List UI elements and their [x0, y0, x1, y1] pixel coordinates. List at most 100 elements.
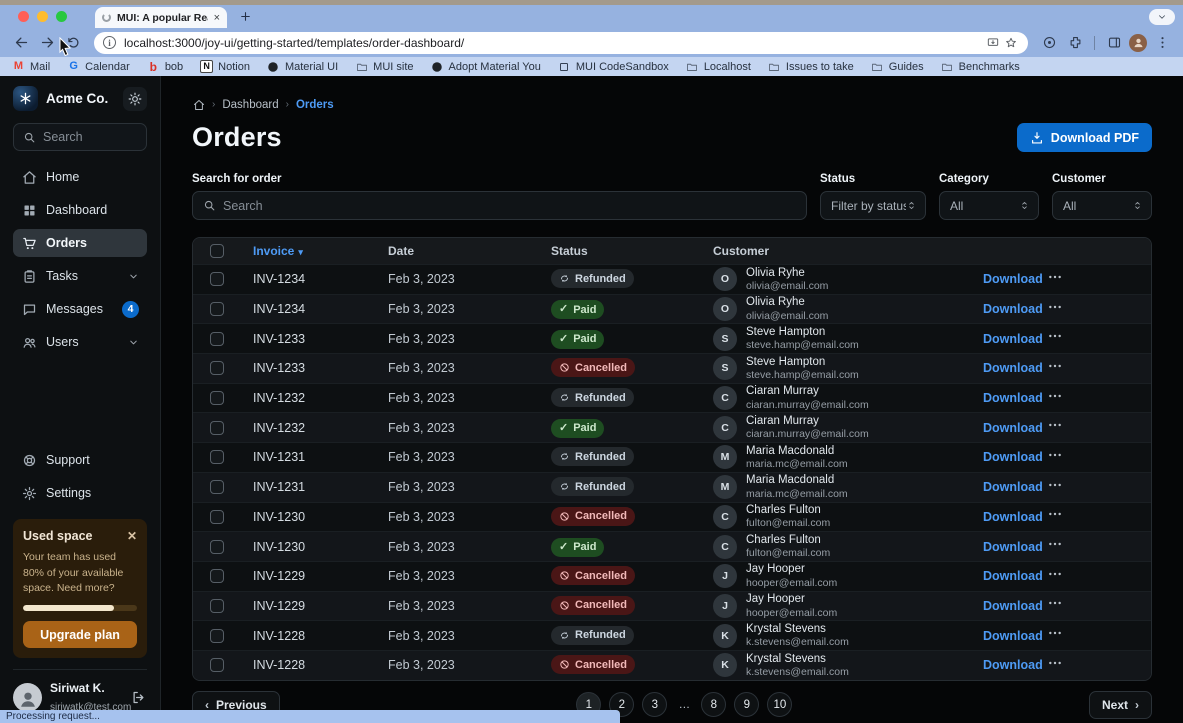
browser-menu-icon[interactable]: [1151, 32, 1173, 54]
table-row[interactable]: INV-1233 Feb 3, 2023 Cancelled S Steve H…: [193, 353, 1151, 383]
row-checkbox[interactable]: [210, 361, 224, 375]
column-invoice[interactable]: Invoice▾: [241, 244, 376, 258]
row-checkbox[interactable]: [210, 421, 224, 435]
more-actions-button[interactable]: [1031, 269, 1151, 290]
more-actions-button[interactable]: [1031, 477, 1151, 498]
row-checkbox[interactable]: [210, 599, 224, 613]
sidebar-item-support[interactable]: Support: [13, 446, 147, 474]
sidebar-item-dashboard[interactable]: Dashboard: [13, 196, 147, 224]
table-row[interactable]: INV-1231 Feb 3, 2023 Refunded M Maria Ma…: [193, 472, 1151, 502]
bookmark-item[interactable]: Issues to take: [768, 60, 854, 73]
more-actions-button[interactable]: [1031, 655, 1151, 676]
table-row[interactable]: INV-1234 Feb 3, 2023 Refunded O Olivia R…: [193, 264, 1151, 294]
table-row[interactable]: INV-1232 Feb 3, 2023 Refunded C Ciaran M…: [193, 383, 1151, 413]
bookmark-item[interactable]: MUI CodeSandbox: [558, 60, 669, 73]
sidebar-item-messages[interactable]: Messages 4: [13, 295, 147, 323]
order-search-input[interactable]: Search: [192, 191, 807, 220]
close-icon[interactable]: ✕: [127, 529, 137, 543]
tab-search-chevron[interactable]: [1149, 9, 1175, 25]
profile-avatar[interactable]: [1129, 34, 1147, 52]
table-row[interactable]: INV-1232 Feb 3, 2023 ✓ Paid C Ciaran Mur…: [193, 412, 1151, 442]
more-actions-button[interactable]: [1031, 625, 1151, 646]
install-app-icon[interactable]: [984, 34, 1002, 52]
bookmark-item[interactable]: Benchmarks: [941, 60, 1020, 73]
page-button-3[interactable]: 3: [642, 692, 667, 717]
upgrade-plan-button[interactable]: Upgrade plan: [23, 621, 137, 648]
bookmark-item[interactable]: G Calendar: [67, 60, 130, 73]
bookmark-item[interactable]: N Notion: [200, 60, 250, 73]
table-row[interactable]: INV-1229 Feb 3, 2023 Cancelled J Jay Hoo…: [193, 591, 1151, 621]
filter-select-customer[interactable]: All: [1052, 191, 1152, 220]
zoom-window-button[interactable]: [56, 11, 67, 22]
select-all-checkbox[interactable]: [210, 244, 224, 258]
more-actions-button[interactable]: [1031, 536, 1151, 557]
row-checkbox[interactable]: [210, 510, 224, 524]
bookmark-item[interactable]: Guides: [871, 60, 924, 73]
table-row[interactable]: INV-1228 Feb 3, 2023 Cancelled K Krystal…: [193, 650, 1151, 680]
bookmark-star-icon[interactable]: [1002, 34, 1020, 52]
bookmark-item[interactable]: MUI site: [355, 60, 413, 73]
more-actions-button[interactable]: [1031, 447, 1151, 468]
sidebar-item-users[interactable]: Users: [13, 328, 147, 356]
more-actions-button[interactable]: [1031, 358, 1151, 379]
row-checkbox[interactable]: [210, 658, 224, 672]
row-checkbox[interactable]: [210, 332, 224, 346]
more-actions-button[interactable]: [1031, 388, 1151, 409]
forward-button[interactable]: [36, 32, 58, 54]
table-row[interactable]: INV-1228 Feb 3, 2023 Refunded K Krystal …: [193, 620, 1151, 650]
more-actions-button[interactable]: [1031, 328, 1151, 349]
bookmark-item[interactable]: M Mail: [12, 60, 50, 73]
color-scheme-toggle[interactable]: [123, 87, 147, 111]
row-checkbox[interactable]: [210, 450, 224, 464]
row-checkbox[interactable]: [210, 272, 224, 286]
site-info-icon[interactable]: i: [103, 36, 116, 49]
row-checkbox[interactable]: [210, 569, 224, 583]
page-button-9[interactable]: 9: [734, 692, 759, 717]
bookmark-item[interactable]: Adopt Material You: [431, 60, 541, 73]
table-row[interactable]: INV-1230 Feb 3, 2023 ✓ Paid C Charles Fu…: [193, 531, 1151, 561]
row-checkbox[interactable]: [210, 302, 224, 316]
bookmark-item[interactable]: Localhost: [686, 60, 751, 73]
more-actions-button[interactable]: [1031, 299, 1151, 320]
filter-select-category[interactable]: All: [939, 191, 1039, 220]
table-row[interactable]: INV-1230 Feb 3, 2023 Cancelled C Charles…: [193, 502, 1151, 532]
page-button-8[interactable]: 8: [701, 692, 726, 717]
logout-icon[interactable]: [129, 688, 147, 706]
side-panel-icon[interactable]: [1103, 32, 1125, 54]
bookmark-item[interactable]: b bob: [147, 60, 183, 73]
browser-tab[interactable]: MUI: A popular React UI fram ×: [95, 7, 227, 28]
download-pdf-button[interactable]: Download PDF: [1017, 123, 1152, 152]
more-actions-button[interactable]: [1031, 417, 1151, 438]
row-checkbox[interactable]: [210, 540, 224, 554]
back-button[interactable]: [10, 32, 32, 54]
new-tab-button[interactable]: [235, 6, 255, 26]
row-checkbox[interactable]: [210, 629, 224, 643]
sidebar-item-home[interactable]: Home: [13, 163, 147, 191]
next-page-button[interactable]: Next ›: [1089, 691, 1152, 719]
extensions-icon[interactable]: [1064, 32, 1086, 54]
minimize-window-button[interactable]: [37, 11, 48, 22]
row-checkbox[interactable]: [210, 391, 224, 405]
screen: MUI: A popular React UI fram × i localho…: [0, 0, 1183, 723]
bookmark-item[interactable]: Material UI: [267, 60, 338, 73]
address-bar[interactable]: i localhost:3000/joy-ui/getting-started/…: [94, 32, 1028, 54]
breadcrumb-dashboard[interactable]: Dashboard: [222, 99, 278, 111]
table-row[interactable]: INV-1233 Feb 3, 2023 ✓ Paid S Steve Hamp…: [193, 323, 1151, 353]
table-row[interactable]: INV-1229 Feb 3, 2023 Cancelled J Jay Hoo…: [193, 561, 1151, 591]
sidebar-search-input[interactable]: Search: [13, 123, 147, 151]
more-actions-button[interactable]: [1031, 506, 1151, 527]
page-button-10[interactable]: 10: [767, 692, 792, 717]
tab-close-icon[interactable]: ×: [214, 12, 220, 24]
breadcrumb-home-icon[interactable]: [192, 98, 205, 111]
filter-select-status[interactable]: Filter by status: [820, 191, 926, 220]
extension-vpn-icon[interactable]: [1038, 32, 1060, 54]
sidebar-item-orders[interactable]: Orders: [13, 229, 147, 257]
sidebar-item-tasks[interactable]: Tasks: [13, 262, 147, 290]
more-actions-button[interactable]: [1031, 595, 1151, 616]
close-window-button[interactable]: [18, 11, 29, 22]
sidebar-item-settings[interactable]: Settings: [13, 479, 147, 507]
more-actions-button[interactable]: [1031, 566, 1151, 587]
table-row[interactable]: INV-1231 Feb 3, 2023 Refunded M Maria Ma…: [193, 442, 1151, 472]
row-checkbox[interactable]: [210, 480, 224, 494]
table-row[interactable]: INV-1234 Feb 3, 2023 ✓ Paid O Olivia Ryh…: [193, 294, 1151, 324]
